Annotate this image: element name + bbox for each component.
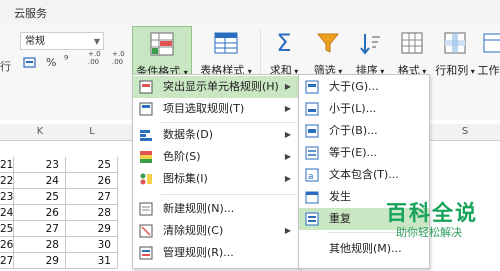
row-column-label: 行和列 <box>435 64 469 77</box>
data-bars-icon <box>139 128 153 142</box>
percent-button[interactable]: % <box>46 56 56 69</box>
table-cell[interactable]: 29 <box>66 221 118 237</box>
table-cell[interactable]: 24 <box>0 205 14 221</box>
text-contains-icon: a <box>305 168 319 182</box>
table-cell[interactable]: 28 <box>66 205 118 221</box>
column-header-s[interactable]: S <box>440 124 490 140</box>
menu-item-manage-rules[interactable]: 管理规则(R)... <box>133 242 299 264</box>
worksheet-label: 工作表 <box>477 64 500 77</box>
equal-to-icon <box>305 146 319 160</box>
conditional-format-icon <box>149 31 175 57</box>
table-cell[interactable]: 31 <box>66 253 118 269</box>
clear-rules-icon <box>139 224 153 238</box>
chevron-right-icon: ▶ <box>284 152 291 161</box>
cut-label[interactable]: 行 <box>0 58 11 74</box>
table-cell[interactable]: 22 <box>0 173 14 189</box>
highlight-rules-icon <box>139 80 153 94</box>
table-cell[interactable]: 23 <box>14 157 66 173</box>
menu-separator <box>161 122 297 123</box>
column-header-k[interactable]: K <box>14 124 66 140</box>
table-cell[interactable]: 27 <box>14 221 66 237</box>
between-icon <box>305 124 319 138</box>
increase-decimal-button[interactable]: +.0 .00 <box>88 50 106 66</box>
menu-item-clear-rules[interactable]: 清除规则(C) ▶ <box>133 220 299 242</box>
color-scales-icon <box>139 150 153 164</box>
table-cell[interactable]: 25 <box>0 221 14 237</box>
date-icon <box>305 190 319 204</box>
sort-icon <box>357 30 383 56</box>
icon-sets-icon <box>139 172 153 186</box>
top-tab-strip: 云服务 <box>0 0 500 25</box>
table-cell[interactable]: 28 <box>14 237 66 253</box>
table-cell[interactable]: 27 <box>0 253 14 269</box>
sigma-icon: Σ <box>276 29 292 57</box>
number-format-select[interactable]: 常规 ▼ <box>20 32 104 50</box>
worksheet-button[interactable]: 工作表 <box>474 26 500 86</box>
chevron-right-icon: ▶ <box>284 82 291 91</box>
menu-separator <box>161 194 297 195</box>
table-cell[interactable]: 27 <box>66 189 118 205</box>
submenu-item-between[interactable]: 介于(B)... <box>299 120 429 142</box>
conditional-format-menu: 突出显示单元格规则(H) ▶ 项目选取规则(T) ▶ 数据条(D) ▶ 色阶(S… <box>132 74 300 269</box>
menu-item-highlight-cells-rules[interactable]: 突出显示单元格规则(H) ▶ <box>133 76 299 98</box>
table-cell[interactable]: 25 <box>14 189 66 205</box>
menu-item-icon-sets[interactable]: 图标集(I) ▶ <box>133 168 299 190</box>
svg-text:a: a <box>308 172 314 182</box>
table-cell[interactable]: 26 <box>66 173 118 189</box>
table-style-icon <box>213 30 239 56</box>
decrease-decimal-button[interactable]: +.0 .00 <box>112 50 130 66</box>
chevron-down-icon: ▼ <box>93 37 100 46</box>
manage-rules-icon <box>139 246 153 260</box>
table-cell[interactable]: 29 <box>14 253 66 269</box>
table-cell[interactable]: 21 <box>0 157 14 173</box>
submenu-item-equal-to[interactable]: 等于(E)... <box>299 142 429 164</box>
chevron-right-icon: ▶ <box>284 226 291 235</box>
menu-item-data-bars[interactable]: 数据条(D) ▶ <box>133 124 299 146</box>
column-header-l[interactable]: L <box>66 124 118 140</box>
currency-icon[interactable] <box>22 56 38 73</box>
top-bottom-rules-icon <box>139 102 153 116</box>
row-column-button[interactable]: 行和列 ▾ <box>432 26 478 86</box>
submenu-item-greater-than[interactable]: 大于(G)... <box>299 76 429 98</box>
chevron-right-icon: ▶ <box>284 174 291 183</box>
menu-item-top-bottom-rules[interactable]: 项目选取规则(T) ▶ <box>133 98 299 120</box>
table-cell[interactable]: 23 <box>0 189 14 205</box>
cloud-service-tab[interactable]: 云服务 <box>14 5 47 21</box>
table-cell[interactable]: 25 <box>66 157 118 173</box>
format-icon <box>399 30 425 56</box>
new-rule-icon <box>139 202 153 216</box>
table-cell[interactable]: 24 <box>14 173 66 189</box>
table-cell[interactable]: 26 <box>14 205 66 221</box>
worksheet-icon <box>481 30 500 56</box>
baike-watermark: 百科全说 助你轻松解决 <box>382 197 496 243</box>
thousands-button[interactable]: ⁹ <box>64 53 68 66</box>
table-cell[interactable]: 26 <box>0 237 14 253</box>
watermark-main-text: 百科全说 <box>386 201 478 225</box>
row-column-icon <box>442 30 468 56</box>
watermark-sub-text: 助你轻松解决 <box>396 226 462 239</box>
table-cell[interactable]: 30 <box>66 237 118 253</box>
menu-item-new-rule[interactable]: 新建规则(N)... <box>133 198 299 220</box>
chevron-right-icon: ▶ <box>284 104 291 113</box>
duplicate-icon <box>305 212 319 226</box>
menu-item-color-scales[interactable]: 色阶(S) ▶ <box>133 146 299 168</box>
chevron-right-icon: ▶ <box>284 130 291 139</box>
submenu-item-less-than[interactable]: 小于(L)... <box>299 98 429 120</box>
greater-than-icon <box>305 80 319 94</box>
submenu-item-text-contains[interactable]: a 文本包含(T)... <box>299 164 429 186</box>
less-than-icon <box>305 102 319 116</box>
filter-icon <box>315 30 341 56</box>
number-format-value: 常规 <box>25 36 45 47</box>
